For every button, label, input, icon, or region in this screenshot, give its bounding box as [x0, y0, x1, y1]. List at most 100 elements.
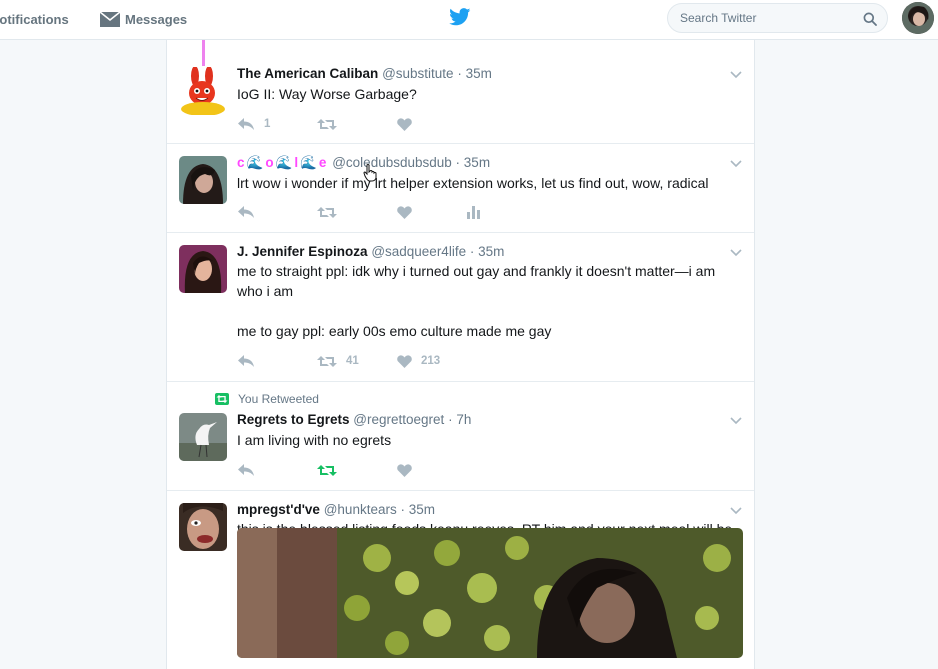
tweet-author-handle[interactable]: @coledubsdubsdub: [332, 155, 452, 170]
tweet-avatar[interactable]: [179, 156, 227, 204]
tweet-header: The American Caliban @substitute · 35m: [237, 66, 492, 81]
retweet-button[interactable]: [317, 118, 397, 131]
nav-notifications[interactable]: Notifications: [0, 0, 69, 38]
reply-icon: [238, 464, 254, 476]
avatar-image: [179, 156, 227, 204]
tweet-timestamp[interactable]: 7h: [456, 412, 471, 427]
heart-icon: [397, 205, 412, 219]
media-image: [237, 528, 743, 658]
tweet-media-image[interactable]: [237, 528, 743, 658]
tweet-author-name[interactable]: Regrets to Egrets: [237, 412, 350, 427]
tweet-actions: 1: [237, 116, 467, 132]
tweet-avatar[interactable]: [179, 67, 227, 115]
rabbit-avatar-image: [179, 67, 227, 115]
separator-dot: ·: [455, 155, 461, 170]
like-button[interactable]: 213: [397, 354, 467, 368]
tweet-timestamp[interactable]: 35m: [464, 155, 490, 170]
separator-dot: ·: [400, 502, 405, 517]
heart-icon: [397, 354, 412, 368]
tweet[interactable]: c🌊o🌊l🌊e @coledubsdubsdub · 35m lrt wow i…: [167, 144, 754, 233]
retweeted-label: You Retweeted: [238, 392, 319, 406]
tweet-actions: 41 213: [237, 353, 467, 369]
tweet-author-name[interactable]: The American Caliban: [237, 66, 378, 81]
separator-dot: ·: [469, 244, 475, 259]
chevron-down-icon[interactable]: [730, 160, 742, 168]
egret-avatar-image: [179, 413, 227, 461]
tweet-author-name[interactable]: mpregst'd've: [237, 502, 320, 517]
avatar-image: [179, 245, 227, 293]
tweet-header: Regrets to Egrets @regrettoegret · 7h: [237, 412, 471, 427]
reply-button[interactable]: [237, 354, 317, 368]
reply-icon: [238, 206, 254, 218]
nav-messages[interactable]: Messages: [100, 0, 187, 38]
user-avatar[interactable]: [902, 2, 934, 34]
tweet-text-line-2: me to gay ppl: early 00s emo culture mad…: [237, 323, 552, 339]
reply-icon: [238, 355, 254, 367]
like-button[interactable]: [397, 117, 467, 131]
avatar-image: [902, 2, 934, 34]
reply-button[interactable]: [237, 205, 317, 219]
tweet-timestamp[interactable]: 35m: [478, 244, 504, 259]
analytics-button[interactable]: [467, 205, 480, 219]
retweet-badge-icon: [215, 393, 229, 405]
tweet-actions: [237, 462, 467, 478]
tweet-header: J. Jennifer Espinoza @sadqueer4life · 35…: [237, 244, 504, 259]
separator-dot: ·: [457, 66, 462, 81]
tweet-author-handle[interactable]: @hunktears: [324, 502, 397, 517]
retweeted-context: You Retweeted: [215, 392, 319, 406]
tweet-avatar[interactable]: [179, 245, 227, 293]
like-button[interactable]: [397, 463, 467, 477]
envelope-icon: [100, 11, 120, 27]
nav-notifications-label: Notifications: [0, 11, 69, 27]
tweet-avatar[interactable]: [179, 503, 227, 551]
tweet-text: lrt wow i wonder if my lrt helper extens…: [237, 175, 709, 191]
reply-button[interactable]: 1: [237, 117, 317, 131]
retweet-icon: [317, 206, 337, 218]
tweet-timestamp[interactable]: 35m: [466, 66, 492, 81]
search-box[interactable]: [667, 3, 888, 33]
tweet-author-name[interactable]: c🌊o🌊l🌊e: [237, 155, 328, 170]
like-count: 213: [421, 355, 441, 367]
twitter-bird-icon[interactable]: [449, 8, 471, 26]
retweet-count: 41: [346, 355, 359, 367]
thread-connector: [202, 40, 205, 66]
like-button[interactable]: [397, 205, 467, 219]
avatar-image: [179, 503, 227, 551]
timeline: 3 2 13: [166, 40, 755, 669]
chevron-down-icon[interactable]: [730, 71, 742, 79]
tweet[interactable]: You Retweeted Regrets to Egrets @regrett…: [167, 382, 754, 491]
tweet-header: mpregst'd've @hunktears · 35m: [237, 502, 435, 517]
tweet-author-handle[interactable]: @sadqueer4life: [371, 244, 466, 259]
tweet[interactable]: J. Jennifer Espinoza @sadqueer4life · 35…: [167, 233, 754, 382]
reply-icon: [238, 118, 254, 130]
nav-messages-label: Messages: [125, 11, 188, 27]
tweet-author-handle[interactable]: @regrettoegret: [353, 412, 444, 427]
search-icon[interactable]: [863, 12, 877, 26]
tweet-avatar[interactable]: [179, 413, 227, 461]
hand-cursor-icon: [363, 164, 377, 182]
chevron-down-icon[interactable]: [730, 417, 742, 425]
separator-dot: ·: [448, 412, 453, 427]
reply-button[interactable]: [237, 463, 317, 477]
tweet-actions: [237, 204, 480, 220]
analytics-icon: [467, 205, 480, 219]
tweet-text: IoG II: Way Worse Garbage?: [237, 86, 417, 102]
retweet-icon: [317, 464, 337, 476]
tweet-author-name[interactable]: J. Jennifer Espinoza: [237, 244, 368, 259]
retweet-button[interactable]: 41: [317, 355, 397, 368]
chevron-down-icon[interactable]: [730, 507, 742, 515]
retweet-button[interactable]: [317, 206, 397, 219]
heart-icon: [397, 117, 412, 131]
tweet-text: I am living with no egrets: [237, 432, 392, 448]
tweet-author-handle[interactable]: @substitute: [382, 66, 454, 81]
tweet-timestamp[interactable]: 35m: [409, 502, 435, 517]
search-input[interactable]: [680, 11, 850, 25]
chevron-down-icon[interactable]: [730, 249, 742, 257]
tweet[interactable]: The American Caliban @substitute · 35m I…: [167, 40, 754, 144]
retweet-button-active[interactable]: [317, 464, 397, 477]
retweet-icon: [317, 118, 337, 130]
top-navigation-bar: Notifications Messages: [0, 0, 938, 40]
reply-count: 1: [264, 118, 271, 130]
retweet-icon: [317, 355, 337, 367]
tweet-text-line-1: me to straight ppl: idk why i turned out…: [237, 263, 716, 299]
